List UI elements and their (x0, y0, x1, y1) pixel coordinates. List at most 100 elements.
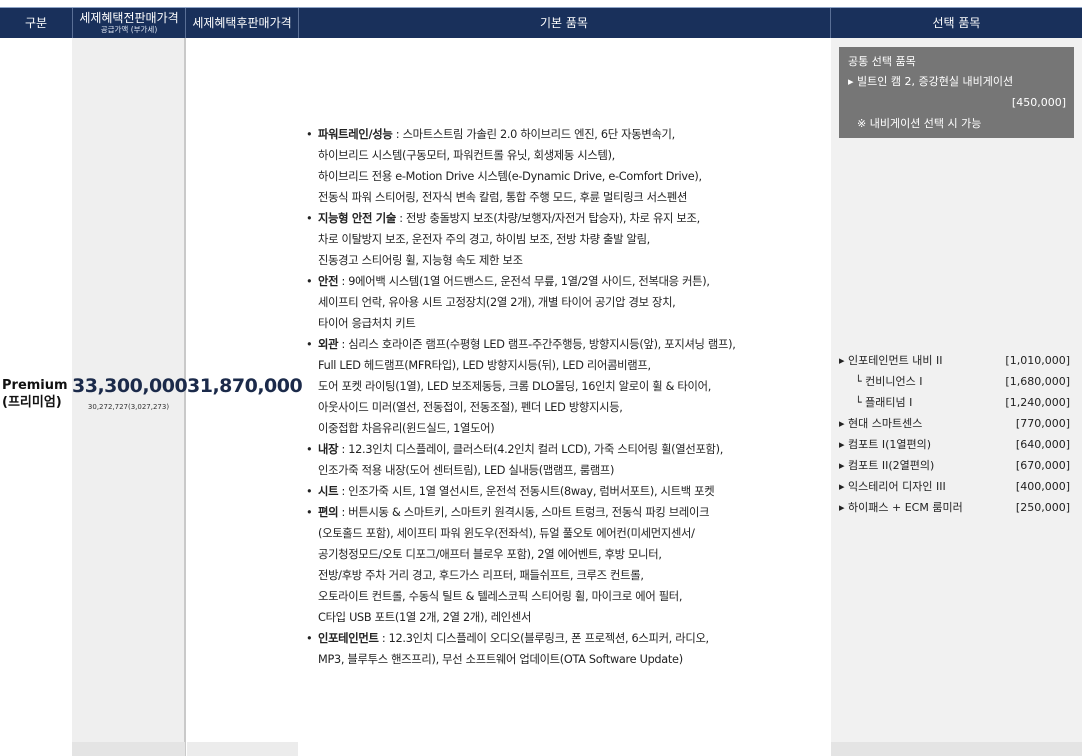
basic-item: 인포테인먼트 : 12.3인치 디스플레이 오디오(블루링크, 폰 프로젝션, … (306, 628, 826, 670)
option-price: [250,000] (1015, 501, 1070, 514)
common-option-note: ※ 내비게이션 선택 시 가능 (857, 117, 982, 130)
basic-item-title: 시트 (318, 485, 339, 498)
basic-item-line: 인조가죽 적용 내장(도어 센터트림), LED 실내등(맵램프, 룸램프) (318, 464, 615, 477)
price-before-tax-breakdown: 30,272,727(3,027,273) (87, 403, 170, 411)
basic-item-line: 타이어 응급처치 키트 (318, 317, 416, 330)
basic-item-line: MP3, 블루투스 핸즈프리), 무선 소프트웨어 업데이트(OTA Softw… (318, 653, 683, 666)
basic-item-line: 편의 : 버튼시동 & 스마트키, 스마트키 원격시동, 스마트 트렁크, 전동… (318, 502, 826, 523)
basic-item: 시트 : 인조가죽 시트, 1열 열선시트, 운전석 전동시트(8way, 럼버… (306, 481, 826, 502)
header-trim: 구분 (0, 8, 72, 38)
basic-item-line: 안전 : 9에어백 시스템(1열 어드밴스드, 운전석 무릎, 1열/2열 사이… (318, 271, 826, 292)
header-option: 선택 품목 (831, 8, 1082, 38)
option-name: ▸ 컴포트 I(1열편의) (839, 438, 932, 451)
basic-item: 안전 : 9에어백 시스템(1열 어드밴스드, 운전석 무릎, 1열/2열 사이… (306, 271, 826, 334)
header-price-before-label: 세제혜택전판매가격 (79, 11, 179, 25)
option-price: [1,680,000] (1005, 375, 1070, 388)
option-price: [770,000] (1015, 417, 1070, 430)
basic-item-line: 지능형 안전 기술 : 전방 충돌방지 보조(차량/보행자/자전거 탑승자), … (318, 208, 826, 229)
basic-item-title: 인포테인먼트 (318, 632, 379, 645)
trim-name-ko: (프리미엄) (2, 395, 62, 410)
trim-name-en: Premium (2, 378, 68, 393)
option-item: ▸ 익스테리어 디자인 III [400,000] (839, 476, 1070, 497)
basic-item-title: 파워트레인/성능 (318, 128, 393, 141)
basic-item-title: 지능형 안전 기술 (318, 212, 396, 225)
common-option-price: [450,000] (1011, 96, 1066, 109)
header-price-before: 세제혜택전판매가격 공급가액 (부가세) (73, 8, 185, 38)
option-list: ▸ 인포테인먼트 내비 II [1,010,000] └ 컨비니언스 I [1,680… (839, 350, 1070, 518)
basic-item-text: : 스마트스트림 가솔린 2.0 하이브리드 엔진, 6단 자동변속기, (392, 128, 675, 141)
basic-item-line: 도어 포켓 라이팅(1열), LED 보조제동등, 크롬 DLO몰딩, 16인치… (318, 380, 711, 393)
basic-item-line: 하이브리드 시스템(구동모터, 파워컨트롤 유닛, 회생제동 시스템), (318, 149, 615, 162)
basic-item-line: 하이브리드 전용 e-Motion Drive 시스템(e-Dynamic Dr… (318, 170, 702, 183)
basic-item-line: C타입 USB 포트(1열 2개, 2열 2개), 레인센서 (318, 611, 532, 624)
header-price-before-sub: 공급가액 (부가세) (100, 25, 158, 34)
basic-item-line: 파워트레인/성능 : 스마트스트림 가솔린 2.0 하이브리드 엔진, 6단 자… (318, 124, 826, 145)
trim-name: Premium (프리미엄) (2, 377, 72, 411)
basic-item-line: 공기청정모드/오토 디포그/애프터 블로우 포함), 2열 에어벤트, 후방 모… (318, 548, 662, 561)
basic-item-line: 내장 : 12.3인치 디스플레이, 클러스터(4.2인치 컬러 LCD), 가… (318, 439, 826, 460)
option-item: ▸ 하이패스 + ECM 룸미러 [250,000] (839, 497, 1070, 518)
basic-item: 내장 : 12.3인치 디스플레이, 클러스터(4.2인치 컬러 LCD), 가… (306, 439, 826, 481)
basic-item-line: 외관 : 심리스 호라이즌 램프(수평형 LED 램프-주간주행등, 방향지시등… (318, 334, 826, 355)
column-divider (184, 38, 186, 756)
basic-item-line: 세이프티 언락, 유아용 시트 고정장치(2열 2개), 개별 타이어 공기압 … (318, 296, 676, 309)
basic-item-text: : 12.3인치 디스플레이 오디오(블루링크, 폰 프로젝션, 6스피커, 라… (378, 632, 709, 645)
option-name: ▸ 컴포트 II(2열편의) (839, 459, 935, 472)
basic-item-title: 안전 (318, 275, 339, 288)
option-name: └ 컨비니언스 I (855, 375, 923, 388)
header-basic: 기본 품목 (299, 8, 829, 38)
option-price: [640,000] (1015, 438, 1070, 451)
basic-item: 외관 : 심리스 호라이즌 램프(수평형 LED 램프-주간주행등, 방향지시등… (306, 334, 826, 439)
basic-item-text: : 9에어백 시스템(1열 어드밴스드, 운전석 무릎, 1열/2열 사이드, … (338, 275, 710, 288)
option-item: ▸ 인포테인먼트 내비 II [1,010,000] (839, 350, 1070, 371)
option-name: └ 플래티넘 I (855, 396, 913, 409)
option-name: ▸ 현대 스마트센스 (839, 417, 923, 430)
basic-item-line: 오토라이트 컨트롤, 수동식 틸트 & 텔레스코픽 스티어링 휠, 마이크로 에… (318, 590, 683, 603)
option-price: [670,000] (1015, 459, 1070, 472)
header-price-after: 세제혜택후판매가격 (186, 8, 298, 38)
option-item: ▸ 컴포트 I(1열편의) [640,000] (839, 434, 1070, 455)
basic-item-text: : 심리스 호라이즌 램프(수평형 LED 램프-주간주행등, 방향지시등(앞)… (338, 338, 736, 351)
price-after-tax: 31,870,000 (187, 375, 303, 397)
basic-item: 파워트레인/성능 : 스마트스트림 가솔린 2.0 하이브리드 엔진, 6단 자… (306, 124, 826, 208)
basic-item-line: 진동경고 스티어링 휠, 지능형 속도 제한 보조 (318, 254, 523, 267)
basic-item-line: 차로 이탈방지 보조, 운전자 주의 경고, 하이빔 보조, 전방 차량 출발 … (318, 233, 650, 246)
basic-item-line: (오토홀드 포함), 세이프티 파워 윈도우(전좌석), 듀얼 풀오토 에어컨(… (318, 527, 695, 540)
option-item: ▸ 컴포트 II(2열편의) [670,000] (839, 455, 1070, 476)
basic-item-line: 전동식 파워 스티어링, 전자식 변속 칼럼, 통합 주행 모드, 후륜 멀티링… (318, 191, 688, 204)
basic-item: 편의 : 버튼시동 & 스마트키, 스마트키 원격시동, 스마트 트렁크, 전동… (306, 502, 826, 628)
option-price: [1,010,000] (1005, 354, 1070, 367)
header-basic-label: 기본 품목 (540, 15, 588, 30)
basic-item-text: : 전방 충돌방지 보조(차량/보행자/자전거 탑승자), 차로 유지 보조, (395, 212, 700, 225)
bottom-band (72, 742, 185, 756)
basic-item-text: : 버튼시동 & 스마트키, 스마트키 원격시동, 스마트 트렁크, 전동식 파… (338, 506, 710, 519)
basic-item-text: : 12.3인치 디스플레이, 클러스터(4.2인치 컬러 LCD), 가죽 스… (338, 443, 724, 456)
option-item: ▸ 현대 스마트센스 [770,000] (839, 413, 1070, 434)
price-before-column (72, 38, 185, 756)
option-item: └ 플래티넘 I [1,240,000] (839, 392, 1070, 413)
common-option-item: ▸ 빌트인 캠 2, 증강현실 내비게이션 (848, 75, 1014, 88)
price-before-tax: 33,300,000 (72, 375, 188, 397)
common-option-box: 공통 선택 품목 ▸ 빌트인 캠 2, 증강현실 내비게이션 [450,000]… (839, 47, 1074, 138)
basic-item-title: 편의 (318, 506, 339, 519)
option-name: ▸ 하이패스 + ECM 룸미러 (839, 501, 963, 514)
basic-item: 지능형 안전 기술 : 전방 충돌방지 보조(차량/보행자/자전거 탑승자), … (306, 208, 826, 271)
basic-items-list: 파워트레인/성능 : 스마트스트림 가솔린 2.0 하이브리드 엔진, 6단 자… (306, 124, 826, 670)
basic-item-title: 내장 (318, 443, 339, 456)
basic-item-text: : 인조가죽 시트, 1열 열선시트, 운전석 전동시트(8way, 럼버서포트… (338, 485, 715, 498)
option-price: [1,240,000] (1005, 396, 1070, 409)
basic-item-title: 외관 (318, 338, 339, 351)
option-name: ▸ 익스테리어 디자인 III (839, 480, 946, 493)
basic-item-line: 이중접합 차음유리(윈드실드, 1열도어) (318, 422, 495, 435)
basic-item-line: 아웃사이드 미러(열선, 전동접이, 전동조절), 펜더 LED 방향지시등, (318, 401, 623, 414)
common-option-title: 공통 선택 품목 (848, 55, 916, 68)
option-name: ▸ 인포테인먼트 내비 II (839, 354, 943, 367)
basic-item-line: 인포테인먼트 : 12.3인치 디스플레이 오디오(블루링크, 폰 프로젝션, … (318, 628, 826, 649)
basic-item-line: 시트 : 인조가죽 시트, 1열 열선시트, 운전석 전동시트(8way, 럼버… (318, 481, 826, 502)
header-trim-label: 구분 (24, 15, 48, 30)
header-price-after-label: 세제혜택후판매가격 (192, 15, 292, 30)
basic-item-line: 전방/후방 주차 거리 경고, 후드가스 리프터, 패들쉬프트, 크루즈 컨트롤… (318, 569, 644, 582)
basic-item-line: Full LED 헤드램프(MFR타입), LED 방향지시등(뒤), LED … (318, 359, 651, 372)
bottom-band (187, 742, 298, 756)
header-option-label: 선택 품목 (932, 15, 981, 30)
